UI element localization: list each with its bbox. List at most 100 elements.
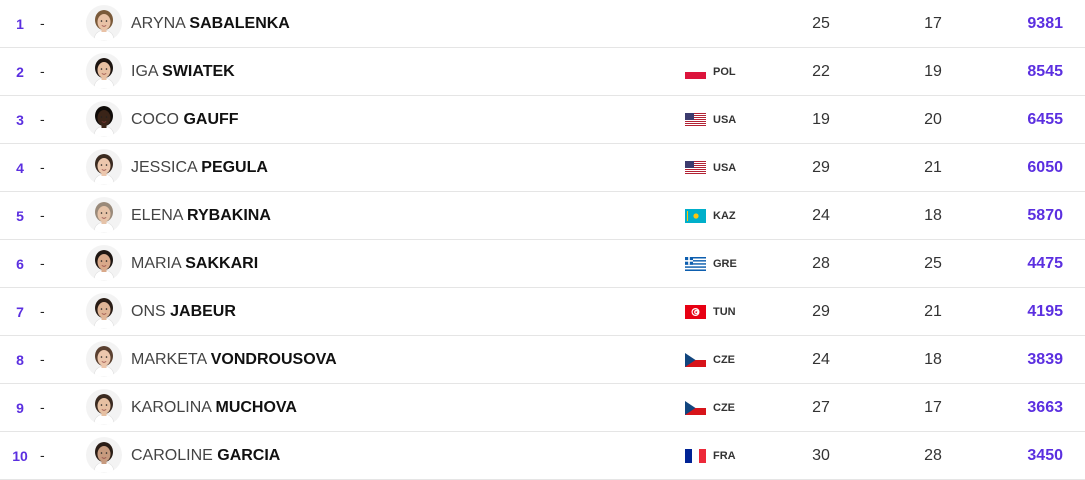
- ranking-row[interactable]: 9- KAROLINA MUCHOVA CZE 27 17 3663: [0, 384, 1085, 432]
- ranking-row[interactable]: 1- ARYNA SABALENKA 25 17 9381: [0, 0, 1085, 48]
- stat-column-1: 28: [812, 255, 830, 272]
- rank-number: 4: [16, 160, 24, 176]
- ranking-row[interactable]: 4- JESSICA PEGULA USA 29 21 6050: [0, 144, 1085, 192]
- rank-movement: -: [40, 159, 45, 175]
- stat-column-1: 24: [812, 207, 830, 224]
- ranking-row[interactable]: 3- COCO GAUFF USA 19 20 6455: [0, 96, 1085, 144]
- pol-flag-icon: [685, 65, 706, 79]
- player-avatar[interactable]: [86, 389, 122, 425]
- rank-movement: -: [40, 399, 45, 415]
- cze-flag-icon: [685, 353, 706, 367]
- rank-number: 10: [12, 448, 28, 464]
- player-first-name: COCO: [131, 111, 179, 128]
- player-name[interactable]: IGA SWIATEK: [131, 48, 235, 96]
- player-avatar[interactable]: [86, 101, 122, 137]
- fra-flag-icon: [685, 449, 706, 463]
- ranking-row[interactable]: 6- MARIA SAKKARI GRE 28 25 4475: [0, 240, 1085, 288]
- stat-column-2: 28: [924, 447, 942, 464]
- rank-number: 9: [16, 400, 24, 416]
- rank-movement: -: [40, 255, 45, 271]
- rank-number: 6: [16, 256, 24, 272]
- cze-flag-icon: [685, 401, 706, 415]
- points-value: 3839: [1027, 351, 1063, 368]
- player-first-name: JESSICA: [131, 159, 197, 176]
- rank-number: 8: [16, 352, 24, 368]
- stat-column-1: 22: [812, 63, 830, 80]
- ranking-row[interactable]: 5- ELENA RYBAKINA KAZ 24 18 5870: [0, 192, 1085, 240]
- points-value: 8545: [1027, 63, 1063, 80]
- stat-column-2: 17: [924, 399, 942, 416]
- rank-number: 2: [16, 64, 24, 80]
- ranking-row[interactable]: 2- IGA SWIATEK POL 22 19 8545: [0, 48, 1085, 96]
- stat-column-2: 18: [924, 351, 942, 368]
- points-value: 4195: [1027, 303, 1063, 320]
- rank-movement: -: [40, 447, 45, 463]
- kaz-flag-icon: [685, 209, 706, 223]
- stat-column-1: 27: [812, 399, 830, 416]
- player-avatar[interactable]: [86, 197, 122, 233]
- player-first-name: CAROLINE: [131, 447, 213, 464]
- ranking-row[interactable]: 10- CAROLINE GARCIA FRA 30 28 3450: [0, 432, 1085, 480]
- player-name[interactable]: CAROLINE GARCIA: [131, 432, 280, 480]
- country-code: USA: [713, 114, 737, 126]
- rank-movement: -: [40, 63, 45, 79]
- stat-column-2: 20: [924, 111, 942, 128]
- player-name[interactable]: ARYNA SABALENKA: [131, 0, 290, 48]
- country-code: CZE: [713, 402, 735, 414]
- rank-number: 5: [16, 208, 24, 224]
- player-name[interactable]: MARKETA VONDROUSOVA: [131, 336, 337, 384]
- stat-column-1: 30: [812, 447, 830, 464]
- player-last-name: SAKKARI: [185, 255, 259, 272]
- rankings-table: 1- ARYNA SABALENKA 25 17 9381 2- IGA SWIATEK PO…: [0, 0, 1085, 480]
- country-code: KAZ: [713, 210, 736, 222]
- rank-movement: -: [40, 207, 45, 223]
- points-value: 5870: [1027, 207, 1063, 224]
- ranking-row[interactable]: 8- MARKETA VONDROUSOVA CZE 24 18 3839: [0, 336, 1085, 384]
- player-last-name: SWIATEK: [162, 63, 235, 80]
- country-code: CZE: [713, 354, 735, 366]
- player-avatar[interactable]: [86, 341, 122, 377]
- player-name[interactable]: JESSICA PEGULA: [131, 144, 268, 192]
- rank-movement: -: [40, 303, 45, 319]
- points-value: 4475: [1027, 255, 1063, 272]
- stat-column-1: 25: [812, 15, 830, 32]
- player-last-name: GARCIA: [217, 447, 281, 464]
- rank-movement: -: [40, 351, 45, 367]
- usa-flag-icon: [685, 161, 706, 175]
- points-value: 3450: [1027, 447, 1063, 464]
- player-avatar[interactable]: [86, 293, 122, 329]
- player-name[interactable]: COCO GAUFF: [131, 96, 239, 144]
- player-name[interactable]: KAROLINA MUCHOVA: [131, 384, 297, 432]
- player-last-name: SABALENKA: [189, 15, 290, 32]
- player-last-name: VONDROUSOVA: [210, 351, 337, 368]
- player-first-name: ARYNA: [131, 15, 185, 32]
- country-code: USA: [713, 162, 737, 174]
- player-avatar[interactable]: [86, 149, 122, 185]
- stat-column-2: 17: [924, 15, 942, 32]
- country-code: GRE: [713, 258, 737, 270]
- player-name[interactable]: MARIA SAKKARI: [131, 240, 258, 288]
- player-avatar[interactable]: [86, 53, 122, 89]
- stat-column-2: 18: [924, 207, 942, 224]
- points-value: 3663: [1027, 399, 1063, 416]
- rank-number: 7: [16, 304, 24, 320]
- points-value: 6050: [1027, 159, 1063, 176]
- player-last-name: PEGULA: [201, 159, 268, 176]
- rank-movement: -: [40, 15, 45, 31]
- stat-column-1: 29: [812, 303, 830, 320]
- player-last-name: JABEUR: [170, 303, 236, 320]
- player-name[interactable]: ELENA RYBAKINA: [131, 192, 271, 240]
- player-name[interactable]: ONS JABEUR: [131, 288, 236, 336]
- usa-flag-icon: [685, 113, 706, 127]
- stat-column-2: 19: [924, 63, 942, 80]
- points-value: 9381: [1027, 15, 1063, 32]
- country-code: FRA: [713, 450, 736, 462]
- stat-column-1: 19: [812, 111, 830, 128]
- country-code: TUN: [713, 306, 736, 318]
- player-avatar[interactable]: [86, 437, 122, 473]
- player-avatar[interactable]: [86, 245, 122, 281]
- ranking-row[interactable]: 7- ONS JABEUR TUN 29 21 4195: [0, 288, 1085, 336]
- player-first-name: ONS: [131, 303, 166, 320]
- player-avatar[interactable]: [86, 5, 122, 41]
- tun-flag-icon: [685, 305, 706, 319]
